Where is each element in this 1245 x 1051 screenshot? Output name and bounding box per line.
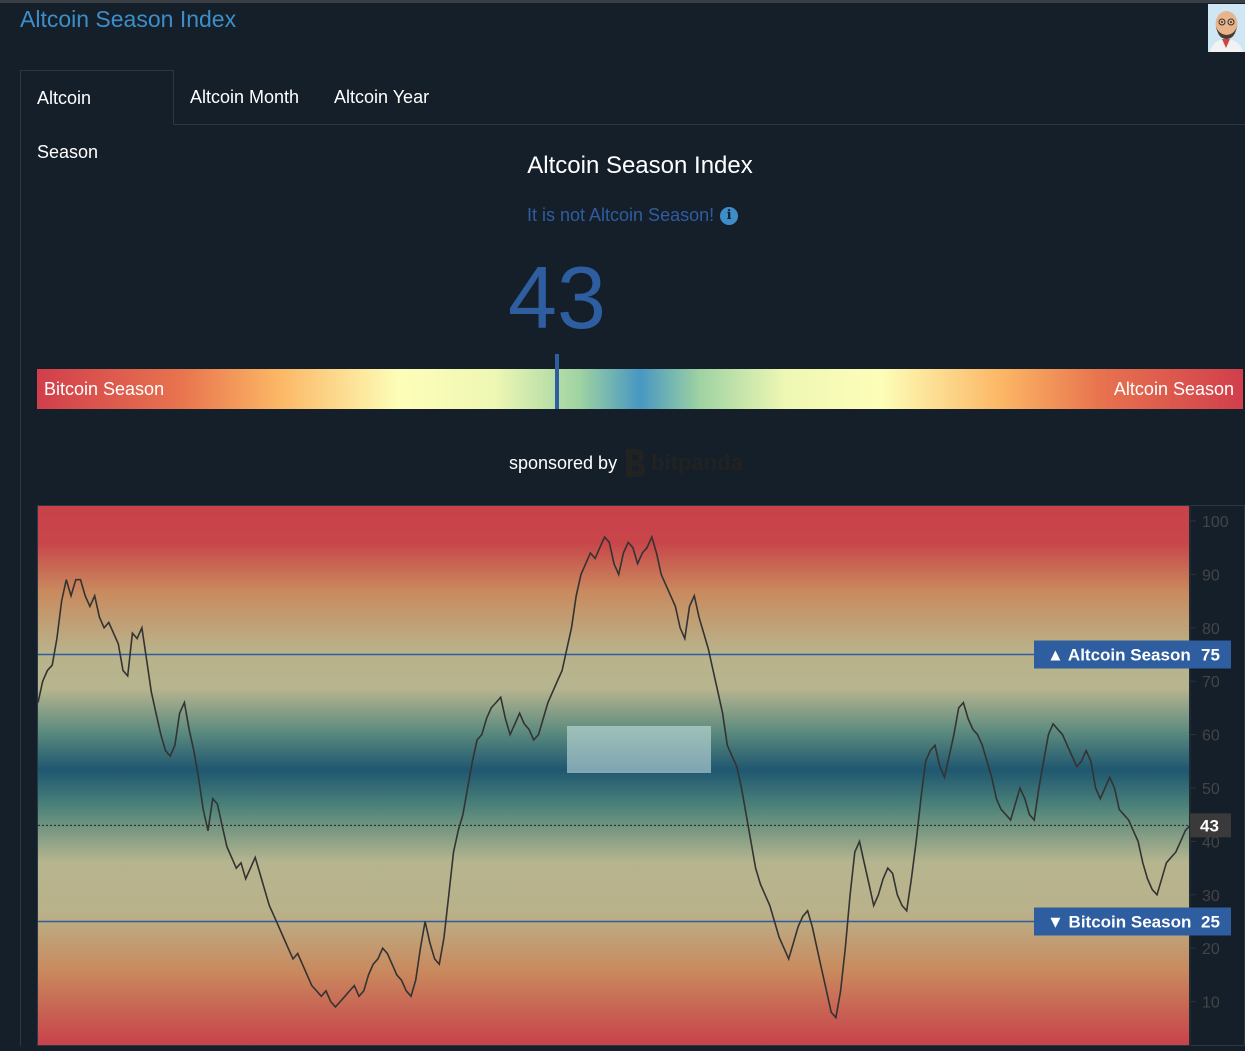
sponsor-text: sponsored by [509, 452, 618, 473]
y-tick-label: 90 [1202, 567, 1220, 584]
panel-border [20, 124, 21, 1046]
chart-svg: 102030405060708090100 ▲ Altcoin Season 75… [36, 504, 1245, 1047]
gauge-label-bitcoin: Bitcoin Season [44, 379, 165, 399]
y-tick-label: 80 [1202, 621, 1220, 638]
bitpanda-logo[interactable]: bitpanda [623, 447, 743, 479]
season-status: It is not Altcoin Season! i [527, 205, 739, 226]
index-value: 43 [508, 248, 606, 347]
avatar-icon [1208, 4, 1245, 52]
bitpanda-wordmark: bitpanda [651, 450, 743, 475]
index-title: Altcoin Season Index [527, 152, 753, 179]
site-title[interactable]: Altcoin Season Index [20, 6, 236, 33]
y-tick-label: 10 [1202, 995, 1220, 1012]
threshold-badge-value: 75 [1201, 646, 1220, 665]
chart-background [37, 505, 1190, 1046]
altcoin-season-chart: 10 20 30 40 50 60 70 80 90 100 ▲ Altcoin Season 75… [36, 504, 1245, 1047]
y-tick-label: 100 [1202, 514, 1229, 531]
sponsor: sponsored by bitpanda [509, 447, 743, 479]
y-tick-label: 70 [1202, 674, 1220, 691]
threshold-badge-label: ▼ Bitcoin Season [1047, 913, 1191, 932]
y-tick-label: 60 [1202, 728, 1220, 745]
info-icon[interactable]: i [720, 206, 739, 225]
current-value-label: 43 [1200, 816, 1219, 835]
top-border [0, 0, 1245, 3]
season-status-text: It is not Altcoin Season! [527, 205, 715, 225]
bitpanda-icon [626, 449, 646, 477]
threshold-badge-label: ▲ Altcoin Season [1047, 646, 1191, 665]
y-tick-label: 20 [1202, 941, 1220, 958]
tab-altcoin-year[interactable]: Altcoin Year [318, 70, 445, 124]
gauge-label-altcoin: Altcoin Season [1113, 379, 1234, 399]
y-tick-label: 30 [1202, 888, 1220, 905]
season-gauge: Bitcoin Season Altcoin Season [37, 369, 1243, 409]
y-tick-label: 50 [1202, 781, 1220, 798]
tab-bar: Altcoin Season Altcoin Month Altcoin Yea… [20, 70, 1245, 162]
watermark [567, 726, 711, 773]
threshold-badge-value: 25 [1201, 913, 1220, 932]
tab-altcoin-month[interactable]: Altcoin Month [174, 70, 315, 124]
tab-altcoin-season[interactable]: Altcoin Season [20, 70, 174, 162]
user-avatar[interactable] [1208, 4, 1245, 52]
gauge-marker [555, 354, 559, 409]
